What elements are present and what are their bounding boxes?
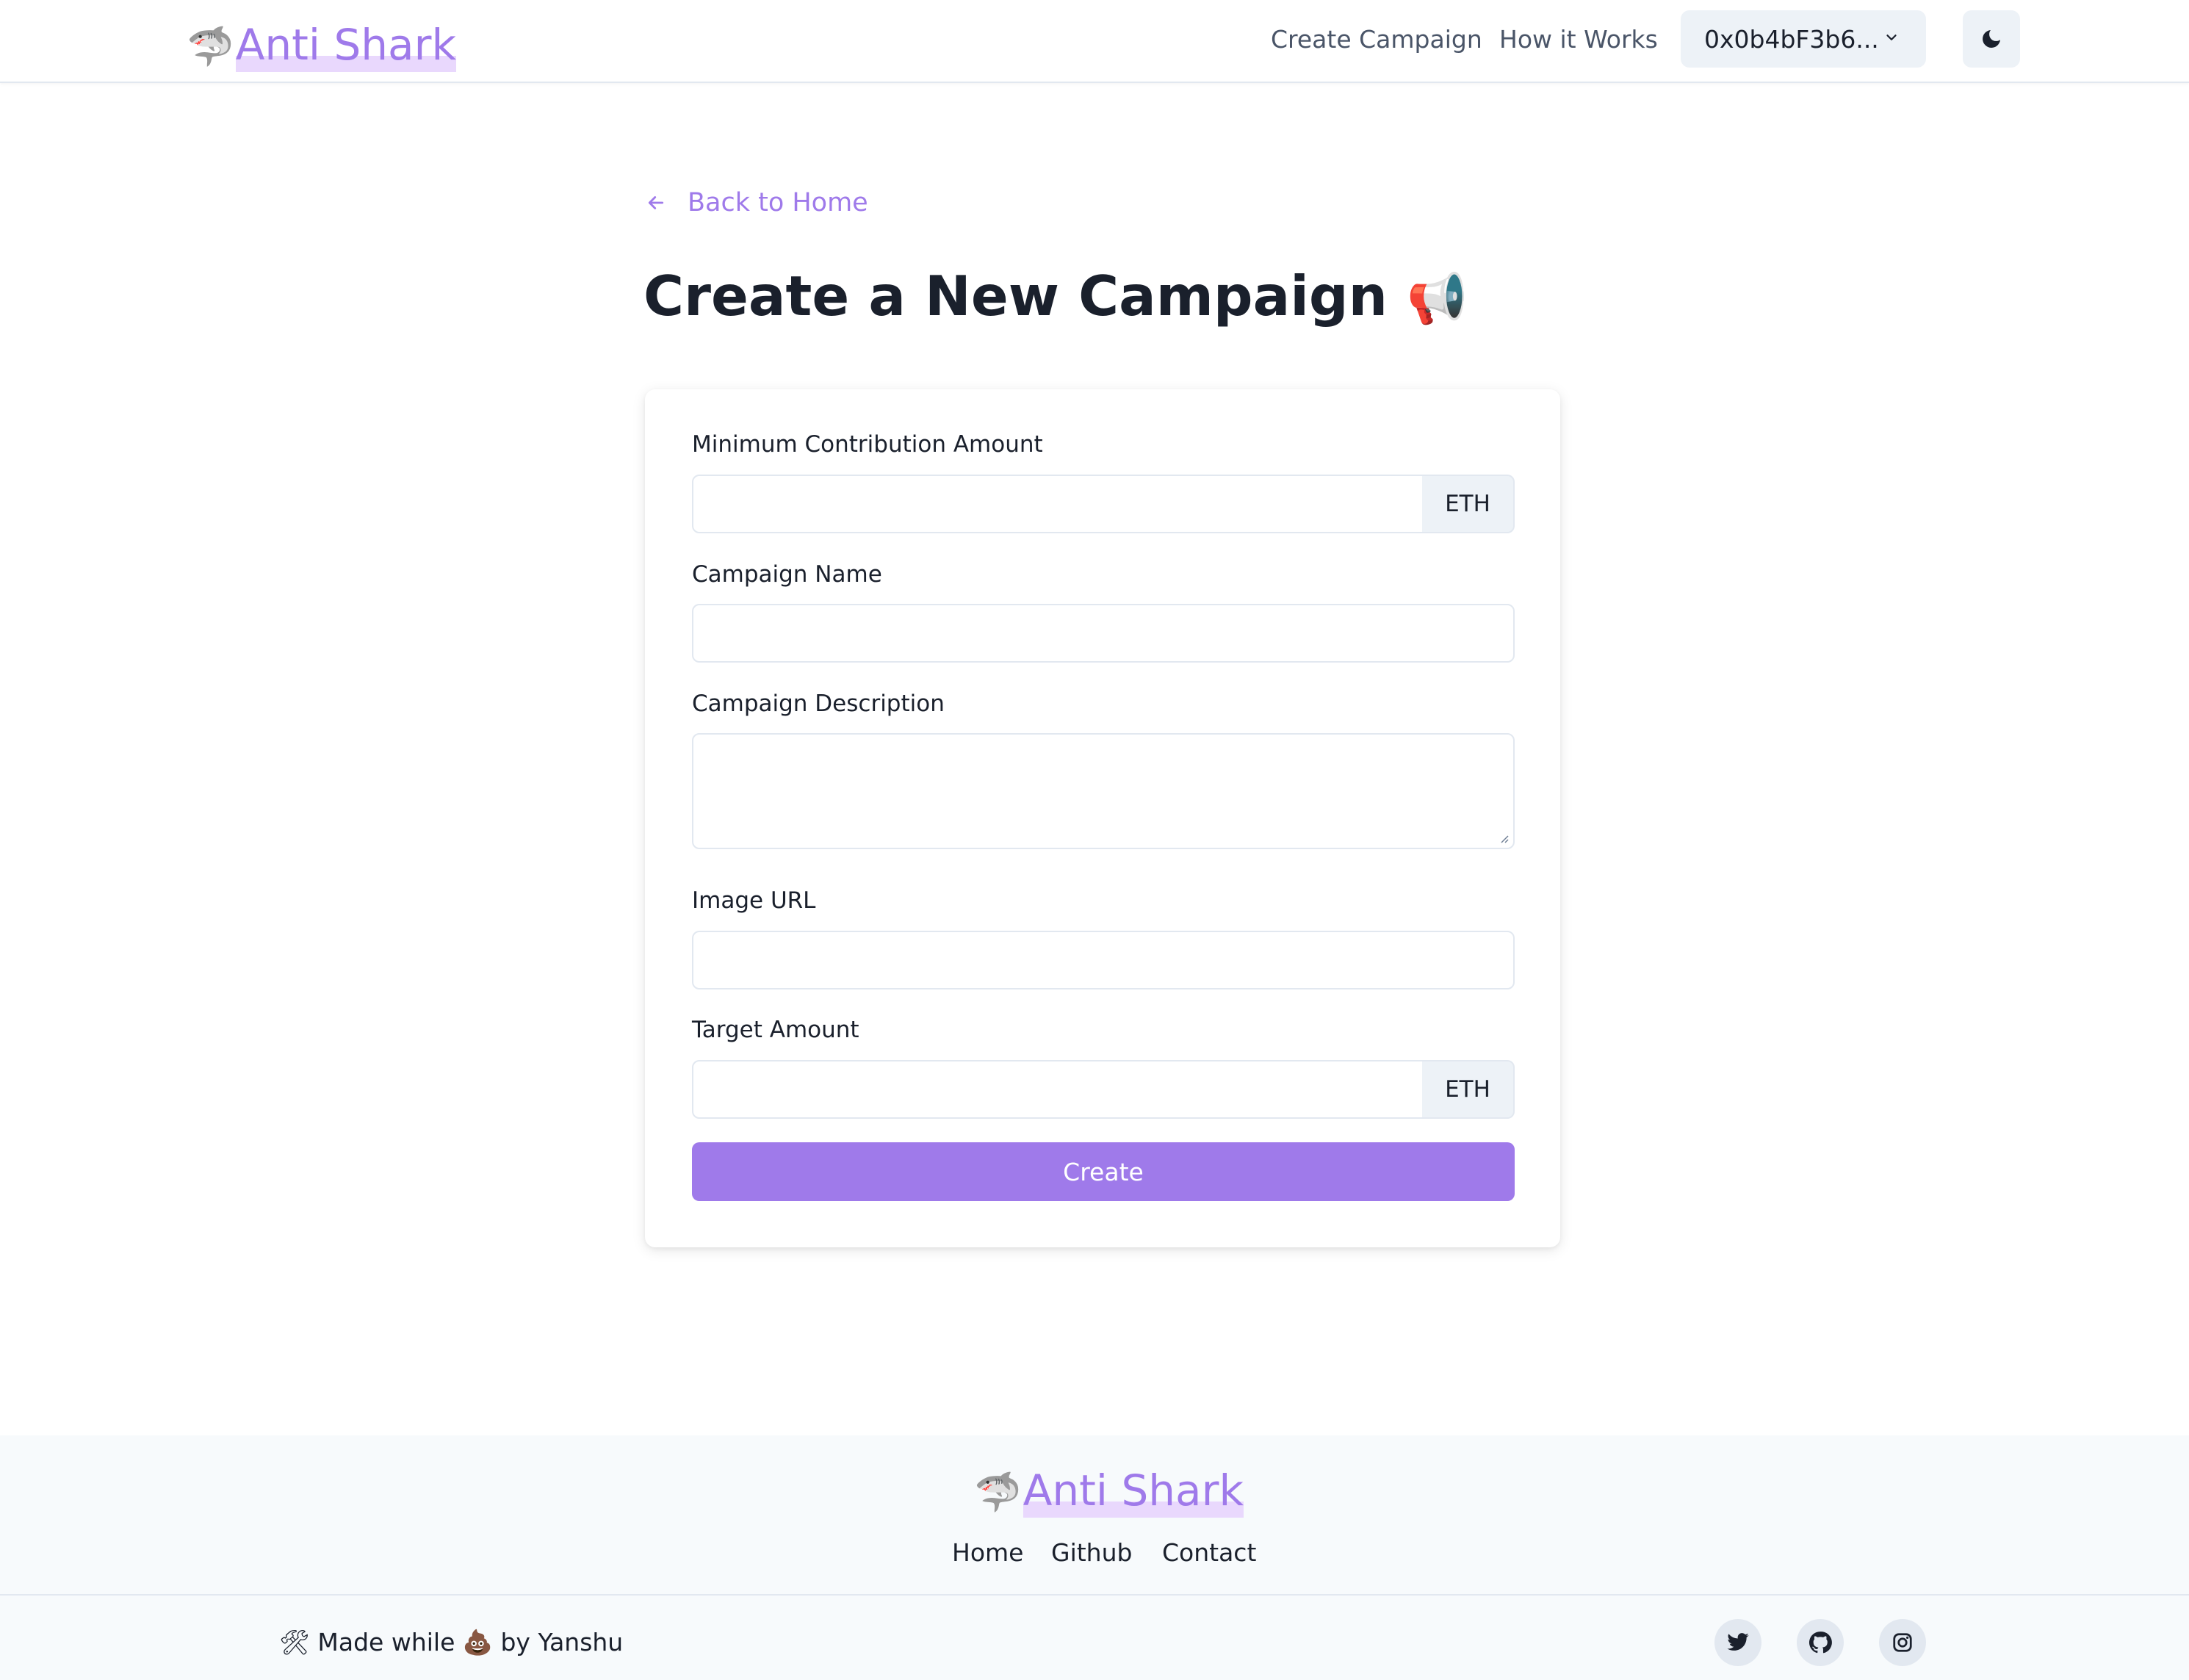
footer-link-home[interactable]: Home	[952, 1538, 1023, 1568]
image-url-input[interactable]	[692, 931, 1515, 989]
footer-brand-name: Anti Shark	[1023, 1466, 1244, 1515]
footer-link-github[interactable]: Github	[1051, 1538, 1132, 1568]
back-label: Back to Home	[688, 188, 868, 217]
top-navbar: 🦈 Anti Shark Create Campaign How it Work…	[0, 0, 2189, 83]
theme-toggle-button[interactable]	[1963, 10, 2020, 68]
made-by-credit: 🛠 Made while 💩 by Yanshu	[279, 1628, 623, 1657]
twitter-icon	[1727, 1633, 1749, 1651]
image-url-label: Image URL	[692, 887, 816, 914]
min-contribution-eth-addon: ETH	[1422, 475, 1515, 533]
moon-icon	[1983, 30, 2000, 48]
back-to-home-link[interactable]: Back to Home	[645, 188, 868, 217]
nav-how-it-works-link[interactable]: How it Works	[1499, 25, 1658, 54]
github-icon	[1808, 1632, 1832, 1654]
tools-emoji-icon: 🛠	[279, 1628, 310, 1656]
footer-brand-logo[interactable]: 🦈 Anti Shark	[974, 1460, 1244, 1518]
footer-link-contact[interactable]: Contact	[1162, 1538, 1256, 1568]
create-button[interactable]: Create	[692, 1142, 1515, 1201]
shark-emoji-icon: 🦈	[974, 1471, 1022, 1515]
resize-grip-icon[interactable]	[1499, 833, 1509, 843]
megaphone-emoji-icon: 📢	[1407, 270, 1468, 327]
footer-divider	[0, 1594, 2189, 1596]
shark-emoji-icon: 🦈	[187, 25, 234, 69]
nav-create-campaign-link[interactable]: Create Campaign	[1271, 25, 1482, 54]
brand-name: Anti Shark	[235, 20, 457, 70]
arrow-left-icon	[648, 196, 664, 209]
made-text-2: by Yanshu	[500, 1628, 624, 1656]
wallet-menu-button[interactable]: 0x0b4bF3b6...	[1681, 10, 1926, 68]
min-contribution-label: Minimum Contribution Amount	[692, 431, 1043, 458]
target-amount-eth-addon: ETH	[1422, 1060, 1515, 1119]
instagram-button[interactable]	[1879, 1619, 1926, 1666]
target-amount-label: Target Amount	[692, 1017, 859, 1043]
wallet-address: 0x0b4bF3b6...	[1704, 24, 1879, 54]
campaign-description-label: Campaign Description	[692, 691, 945, 717]
poop-emoji-icon: 💩	[462, 1628, 493, 1656]
campaign-name-input[interactable]	[692, 604, 1515, 663]
twitter-button[interactable]	[1714, 1619, 1761, 1666]
page-title-text: Create a New Campaign	[643, 264, 1388, 328]
target-amount-input[interactable]	[692, 1060, 1424, 1119]
page-title: Create a New Campaign 📢	[643, 266, 1467, 327]
campaign-description-textarea[interactable]	[692, 733, 1515, 849]
instagram-icon	[1893, 1633, 1912, 1652]
chevron-down-icon	[1886, 35, 1897, 40]
brand-logo[interactable]: 🦈 Anti Shark	[187, 15, 457, 72]
min-contribution-input[interactable]	[692, 475, 1424, 533]
made-text-1: Made while	[317, 1628, 455, 1656]
campaign-name-label: Campaign Name	[692, 561, 882, 588]
github-button[interactable]	[1797, 1619, 1844, 1666]
